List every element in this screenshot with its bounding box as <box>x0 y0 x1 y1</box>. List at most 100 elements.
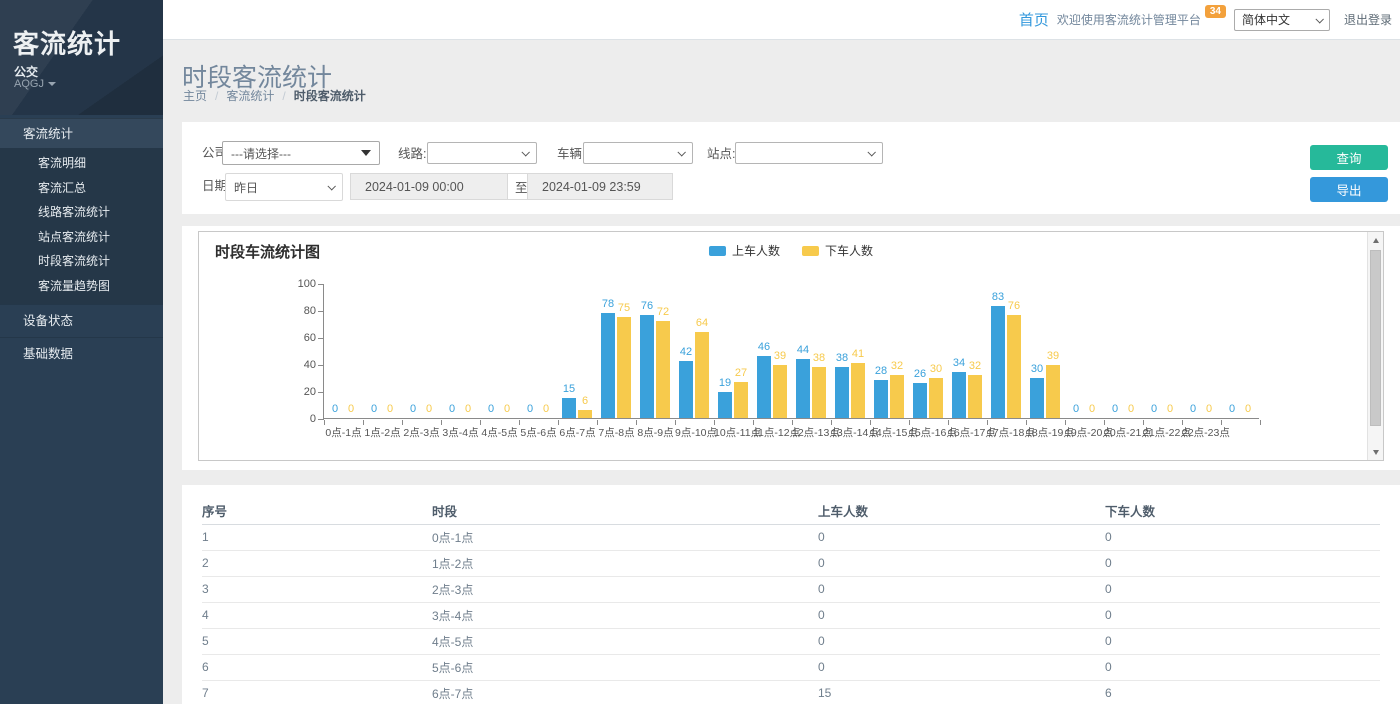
sidebar-subitem-0[interactable]: 客流明细 <box>0 151 163 176</box>
breadcrumb-item-1[interactable]: 客流统计 <box>226 87 274 104</box>
bar <box>679 361 693 418</box>
sidebar-subitem-1[interactable]: 客流汇总 <box>0 176 163 201</box>
scroll-down-arrow[interactable] <box>1368 444 1384 460</box>
table-cell: 1点-2点 <box>432 550 818 576</box>
x-axis-tick-label: 14点-15点 <box>870 425 909 440</box>
x-axis-tick-label: 1点-2点 <box>363 425 402 440</box>
scroll-up-arrow[interactable] <box>1368 232 1384 248</box>
chevron-down-icon <box>1315 15 1323 23</box>
bar <box>601 313 615 418</box>
bar-value-label: 41 <box>842 348 874 360</box>
bar <box>812 367 826 418</box>
line-select[interactable] <box>427 142 537 164</box>
chevron-down-icon <box>327 182 335 190</box>
y-axis-tick-label: 40 <box>280 359 316 371</box>
bar <box>913 383 927 418</box>
notification-badge[interactable]: 34 <box>1205 5 1226 18</box>
query-button[interactable]: 查询 <box>1310 145 1388 170</box>
y-axis-tick-mark <box>318 284 324 285</box>
scrollbar-thumb[interactable] <box>1370 250 1381 426</box>
x-axis-tick-label: 19点-20点 <box>1065 425 1104 440</box>
org-code-label: AQGJ <box>14 78 44 90</box>
bar <box>796 359 810 418</box>
chart-plot: 0204060801000点-1点1点-2点2点-3点3点-4点4点-5点5点-… <box>323 284 1259 419</box>
bar-value-label: 0 <box>1232 403 1264 415</box>
bar <box>718 392 732 418</box>
table-panel: 序号时段上车人数下车人数 10点-1点0021点-2点0032点-3点0043点… <box>182 485 1400 704</box>
data-table: 序号时段上车人数下车人数 10点-1点0021点-2点0032点-3点0043点… <box>202 497 1380 704</box>
vehicle-select[interactable] <box>583 142 693 164</box>
language-value: 简体中文 <box>1242 11 1290 28</box>
bar-value-label: 0 <box>491 403 523 415</box>
table-cell: 0 <box>818 628 1105 654</box>
legend-item-1[interactable]: 下车人数 <box>802 242 873 259</box>
bar-value-label: 6 <box>569 395 601 407</box>
bar <box>1030 378 1044 419</box>
sidebar-section-1[interactable]: 基础数据 <box>0 337 163 370</box>
table-cell: 0 <box>1105 524 1380 550</box>
x-axis-tick-label: 17点-18点 <box>987 425 1026 440</box>
brand-block: 客流统计 公交 AQGJ <box>0 0 163 115</box>
x-axis-tick-mark <box>1260 420 1261 425</box>
vehicle-label: 车辆: <box>557 142 585 166</box>
bar-value-label: 39 <box>1037 350 1069 362</box>
vertical-scrollbar[interactable] <box>1367 232 1383 460</box>
x-axis-tick-label: 0点-1点 <box>324 425 363 440</box>
bar-value-label: 0 <box>374 403 406 415</box>
table-cell: 6 <box>202 654 432 680</box>
bar-value-label: 32 <box>881 360 913 372</box>
bar <box>757 356 771 418</box>
bar <box>617 317 631 418</box>
sidebar-child-menu: 客流明细客流汇总线路客流统计站点客流统计时段客流统计客流量趋势图 <box>0 148 163 304</box>
station-select[interactable] <box>735 142 883 164</box>
table-body: 10点-1点0021点-2点0032点-3点0043点-4点0054点-5点00… <box>202 524 1380 704</box>
date-preset-select[interactable]: 昨日 <box>225 173 343 201</box>
company-select[interactable]: ---请选择--- <box>222 141 380 165</box>
logout-link[interactable]: 退出登录 <box>1344 11 1392 28</box>
bar <box>874 380 888 418</box>
breadcrumb-item-0[interactable]: 主页 <box>183 87 207 104</box>
bar <box>952 372 966 418</box>
table-cell: 3 <box>202 576 432 602</box>
chart-legend: 上车人数 下车人数 <box>709 242 873 259</box>
sidebar-subitem-2[interactable]: 线路客流统计 <box>0 200 163 225</box>
legend-item-0[interactable]: 上车人数 <box>709 242 780 259</box>
org-selector[interactable]: AQGJ <box>14 78 56 90</box>
bar-value-label: 38 <box>803 352 835 364</box>
line-label: 线路: <box>398 142 426 166</box>
bar <box>968 375 982 418</box>
sidebar-item-passenger-stats[interactable]: 客流统计 <box>0 118 163 148</box>
y-axis-tick-mark <box>318 338 324 339</box>
x-axis-tick-label: 16点-17点 <box>948 425 987 440</box>
bar-value-label: 72 <box>647 306 679 318</box>
sidebar-subitem-3[interactable]: 站点客流统计 <box>0 225 163 250</box>
date-start-input[interactable]: 2024-01-09 00:00 <box>350 173 508 200</box>
home-link[interactable]: 首页 <box>1019 9 1049 30</box>
sidebar-section-0[interactable]: 设备状态 <box>0 304 163 337</box>
y-axis-tick-label: 20 <box>280 386 316 398</box>
y-axis-tick-mark <box>318 392 324 393</box>
bar <box>835 367 849 418</box>
y-axis-tick-mark <box>318 311 324 312</box>
x-axis-tick-mark <box>1221 420 1222 425</box>
bar-value-label: 0 <box>452 403 484 415</box>
sidebar-subitem-5[interactable]: 客流量趋势图 <box>0 274 163 299</box>
chart-panel: 时段车流统计图 上车人数下车人数 0204060801000点-1点1点-2点2… <box>182 226 1400 470</box>
x-axis-tick-label: 10点-11点 <box>714 425 753 440</box>
table-cell: 0 <box>818 524 1105 550</box>
top-nav: 首页 欢迎使用客流统计管理平台 34 简体中文 退出登录 <box>163 0 1400 40</box>
table-cell: 0 <box>1105 576 1380 602</box>
export-button[interactable]: 导出 <box>1310 177 1388 202</box>
table-cell: 5 <box>202 628 432 654</box>
table-cell: 6 <box>1105 680 1380 704</box>
sidebar-subitem-4[interactable]: 时段客流统计 <box>0 249 163 274</box>
table-header-row: 序号时段上车人数下车人数 <box>202 497 1380 524</box>
language-select[interactable]: 简体中文 <box>1234 9 1330 31</box>
table-cell: 0点-1点 <box>432 524 818 550</box>
date-end-input[interactable]: 2024-01-09 23:59 <box>527 173 673 200</box>
legend-chip-icon <box>709 246 726 256</box>
x-axis-tick-label: 11点-12点 <box>753 425 792 440</box>
x-axis-tick-label: 15点-16点 <box>909 425 948 440</box>
bar-value-label: 39 <box>764 350 796 362</box>
bar <box>929 378 943 419</box>
